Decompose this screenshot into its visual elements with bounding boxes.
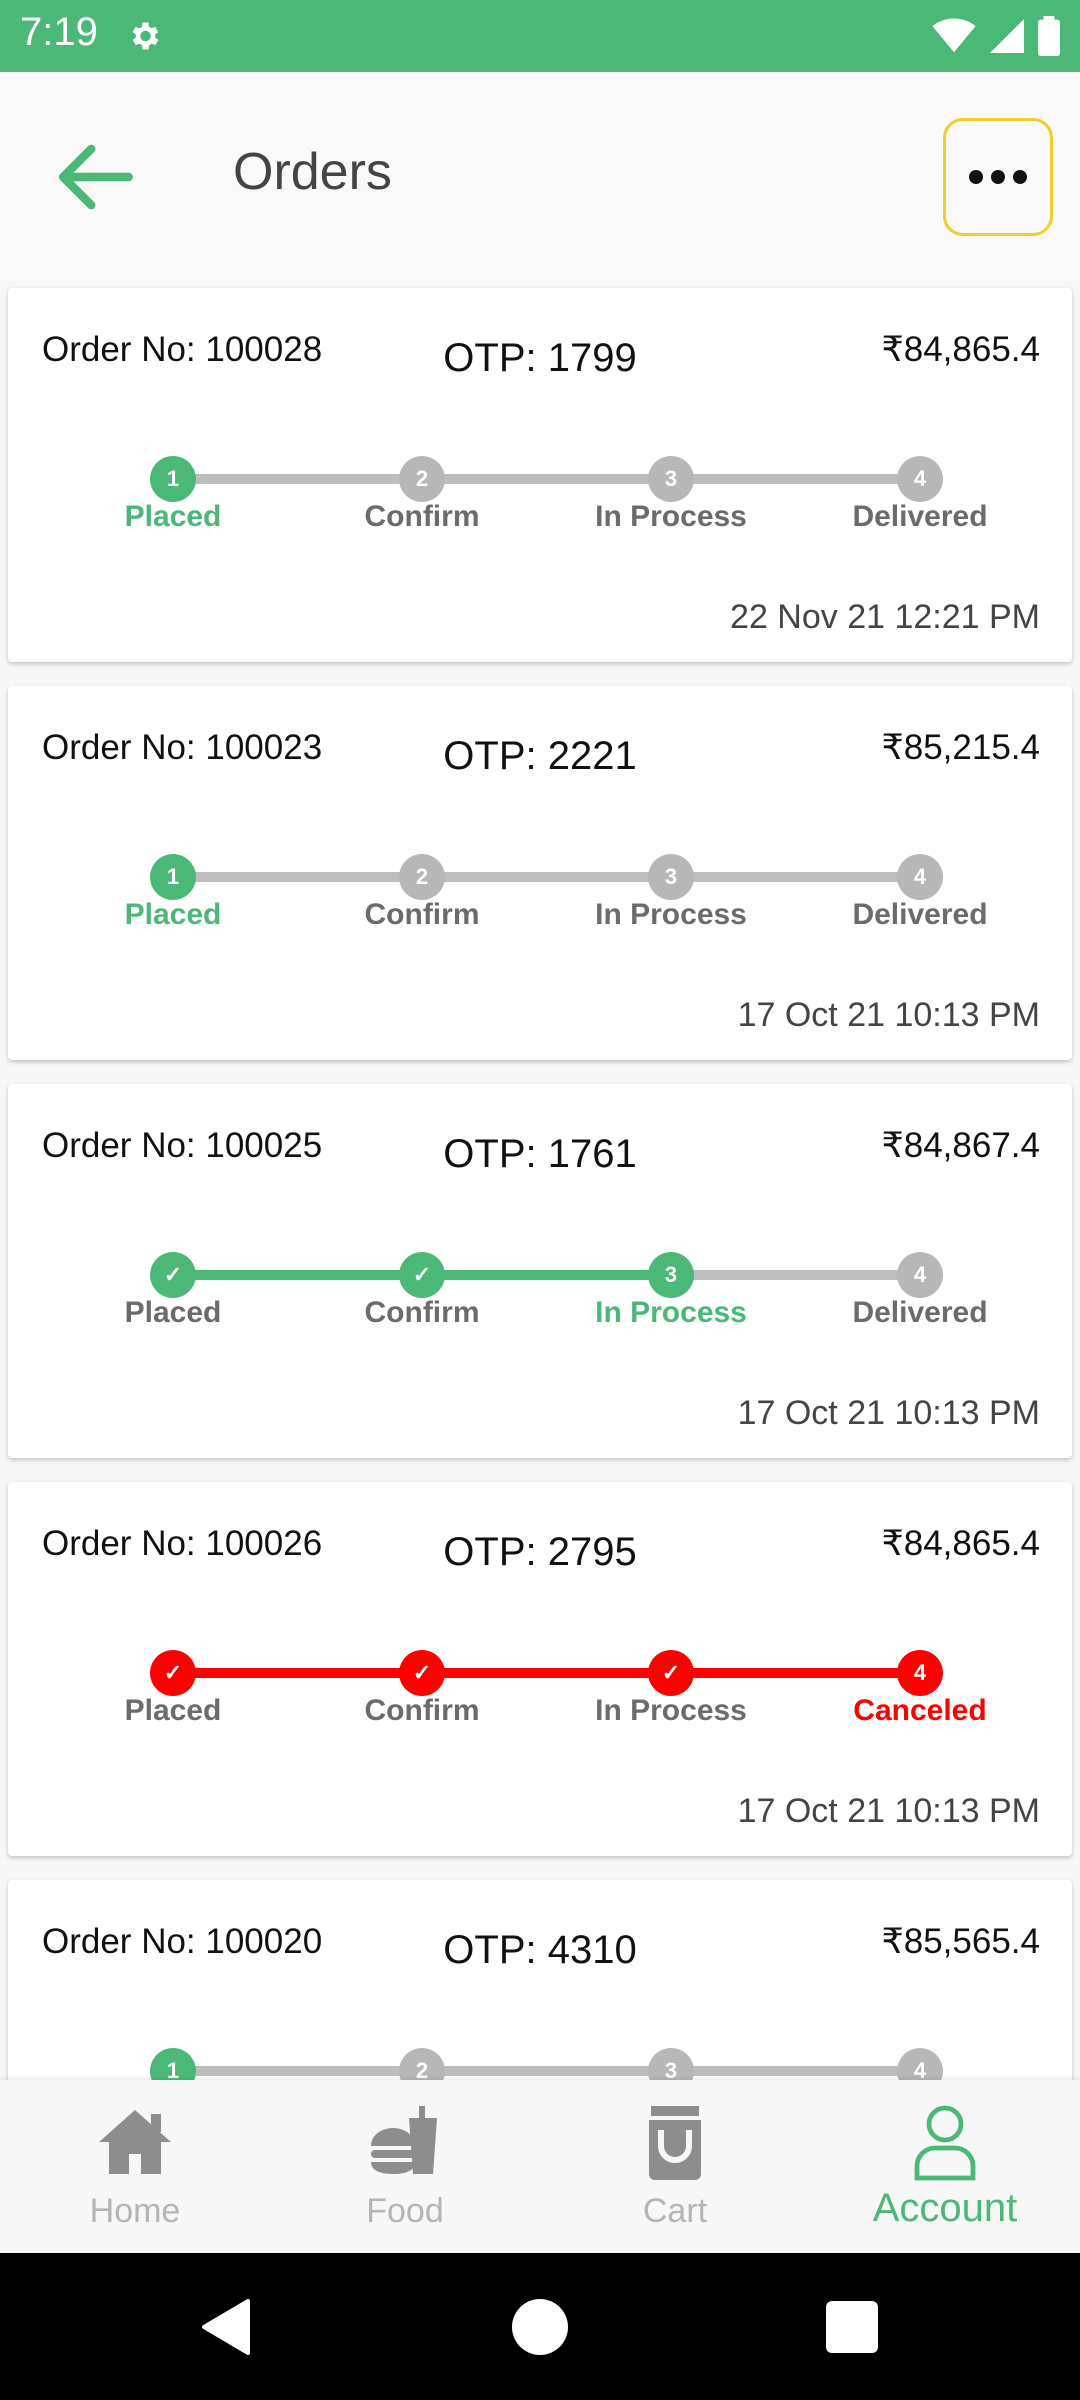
order-status-stepper: ✓ Placed ✓ Confirm ✓ In Process 4 Canceled — [8, 1482, 1072, 1856]
order-card[interactable]: Order No: 100023 OTP: 2221 ₹85,215.4 17 Oct… — [8, 686, 1072, 1060]
nav-home[interactable]: Home — [0, 2080, 270, 2253]
stepper-connector — [173, 1668, 422, 1678]
order-status-stepper: 1Placed2Confirm3In Process4Delivered — [8, 1880, 1072, 2080]
nav-food[interactable]: Food — [270, 2080, 540, 2253]
step-check-icon: ✓ — [399, 1650, 445, 1696]
step-label: Confirm — [364, 1296, 480, 1329]
step-number: 1 — [150, 456, 196, 502]
step-number: 3 — [648, 2048, 694, 2080]
step-number: 3 — [648, 1252, 694, 1298]
step-label: Canceled — [853, 1694, 987, 1727]
wifi-icon — [932, 18, 976, 53]
page-title: Orders — [233, 143, 392, 201]
system-recents-icon[interactable] — [822, 2297, 882, 2357]
step-label: In Process — [595, 1694, 747, 1727]
step-number: 4 — [897, 456, 943, 502]
system-navigation-bar — [0, 2253, 1080, 2400]
stepper-connector — [173, 872, 422, 882]
more-dot — [991, 170, 1005, 184]
stepper-connector — [671, 872, 920, 882]
home-icon — [99, 2110, 171, 2174]
stepper-connector — [422, 1668, 671, 1678]
order-status-stepper: ✓ Placed ✓ Confirm 3 In Process 4 Delivered — [8, 1084, 1072, 1458]
step-number: 1 — [150, 2048, 196, 2080]
step-label: Confirm — [364, 1694, 480, 1727]
step-number: 3 — [648, 854, 694, 900]
nav-cart-label: Cart — [642, 2192, 708, 2230]
step-number: 4 — [897, 2048, 943, 2080]
stepper-connector — [173, 2066, 422, 2076]
step-label: In Process — [595, 500, 747, 533]
step-number: 1 — [150, 854, 196, 900]
step-label: Placed — [124, 898, 222, 931]
order-card[interactable]: Order No: 100020OTP: 4310₹85,565.41Place… — [8, 1880, 1072, 2080]
bottom-navigation: Home Food Cart Account — [0, 2080, 1080, 2253]
step-check-icon: ✓ — [399, 1252, 445, 1298]
step-label: Confirm — [364, 500, 480, 533]
step-check-icon: ✓ — [150, 1650, 196, 1696]
step-label: In Process — [595, 898, 747, 931]
account-icon — [914, 2105, 976, 2181]
more-dots-icon — [969, 170, 983, 184]
stepper-connector — [671, 1668, 920, 1678]
stepper-connector — [422, 1270, 671, 1280]
status-bar: 7:19 — [0, 0, 1080, 72]
step-number: 2 — [399, 456, 445, 502]
stepper-connector — [422, 474, 671, 484]
step-check-icon: ✓ — [648, 1650, 694, 1696]
step-label: Confirm — [364, 898, 480, 931]
step-number: 3 — [648, 456, 694, 502]
system-home-icon[interactable] — [510, 2297, 570, 2357]
nav-account[interactable]: Account — [810, 2080, 1080, 2253]
step-label: Placed — [124, 1694, 222, 1727]
app-bar: Orders — [0, 72, 1080, 282]
order-card[interactable]: Order No: 100028 OTP: 1799 ₹84,865.4 22 Nov… — [8, 288, 1072, 662]
stepper-connector — [422, 2066, 671, 2076]
more-options-button[interactable] — [943, 118, 1053, 236]
order-status-stepper: 1Placed 2Confirm 3In Process 4Delivered — [8, 686, 1072, 1060]
stepper-connector — [173, 474, 422, 484]
step-number: 2 — [399, 2048, 445, 2080]
nav-food-label: Food — [366, 2192, 444, 2230]
back-arrow-icon[interactable] — [50, 132, 140, 222]
order-status-stepper: 1Placed 2Confirm 3In Process 4Delivered — [8, 288, 1072, 662]
signal-icon — [990, 19, 1024, 53]
step-label: Placed — [124, 500, 222, 533]
step-label: In Process — [595, 1296, 747, 1329]
step-number: 4 — [897, 1252, 943, 1298]
orders-list[interactable]: Order No: 100028 OTP: 1799 ₹84,865.4 22 Nov… — [0, 285, 1080, 2080]
status-time: 7:19 — [20, 10, 98, 54]
step-number: 2 — [399, 854, 445, 900]
order-card[interactable]: Order No: 100026 OTP: 2795 ₹84,865.4 17 Oct… — [8, 1482, 1072, 1856]
stepper-connector — [671, 474, 920, 484]
cart-icon — [649, 2106, 701, 2180]
step-label: Placed — [124, 1296, 222, 1329]
order-card[interactable]: Order No: 100025 OTP: 1761 ₹84,867.4 17 Oct… — [8, 1084, 1072, 1458]
stepper-connector — [671, 1270, 920, 1280]
step-label: Delivered — [852, 1296, 988, 1329]
settings-gear-icon — [132, 22, 159, 50]
nav-account-label: Account — [872, 2186, 1018, 2230]
nav-home-label: Home — [89, 2192, 181, 2230]
step-label: Delivered — [852, 898, 988, 931]
step-label: Delivered — [852, 500, 988, 533]
step-check-icon: ✓ — [150, 1252, 196, 1298]
battery-icon — [1038, 16, 1060, 56]
nav-cart[interactable]: Cart — [540, 2080, 810, 2253]
stepper-connector — [173, 1270, 422, 1280]
step-number: 4 — [897, 1650, 943, 1696]
system-back-icon[interactable] — [196, 2297, 256, 2357]
more-dot — [1013, 170, 1027, 184]
stepper-connector — [422, 872, 671, 882]
stepper-connector — [671, 2066, 920, 2076]
food-icon — [371, 2106, 437, 2174]
step-number: 4 — [897, 854, 943, 900]
